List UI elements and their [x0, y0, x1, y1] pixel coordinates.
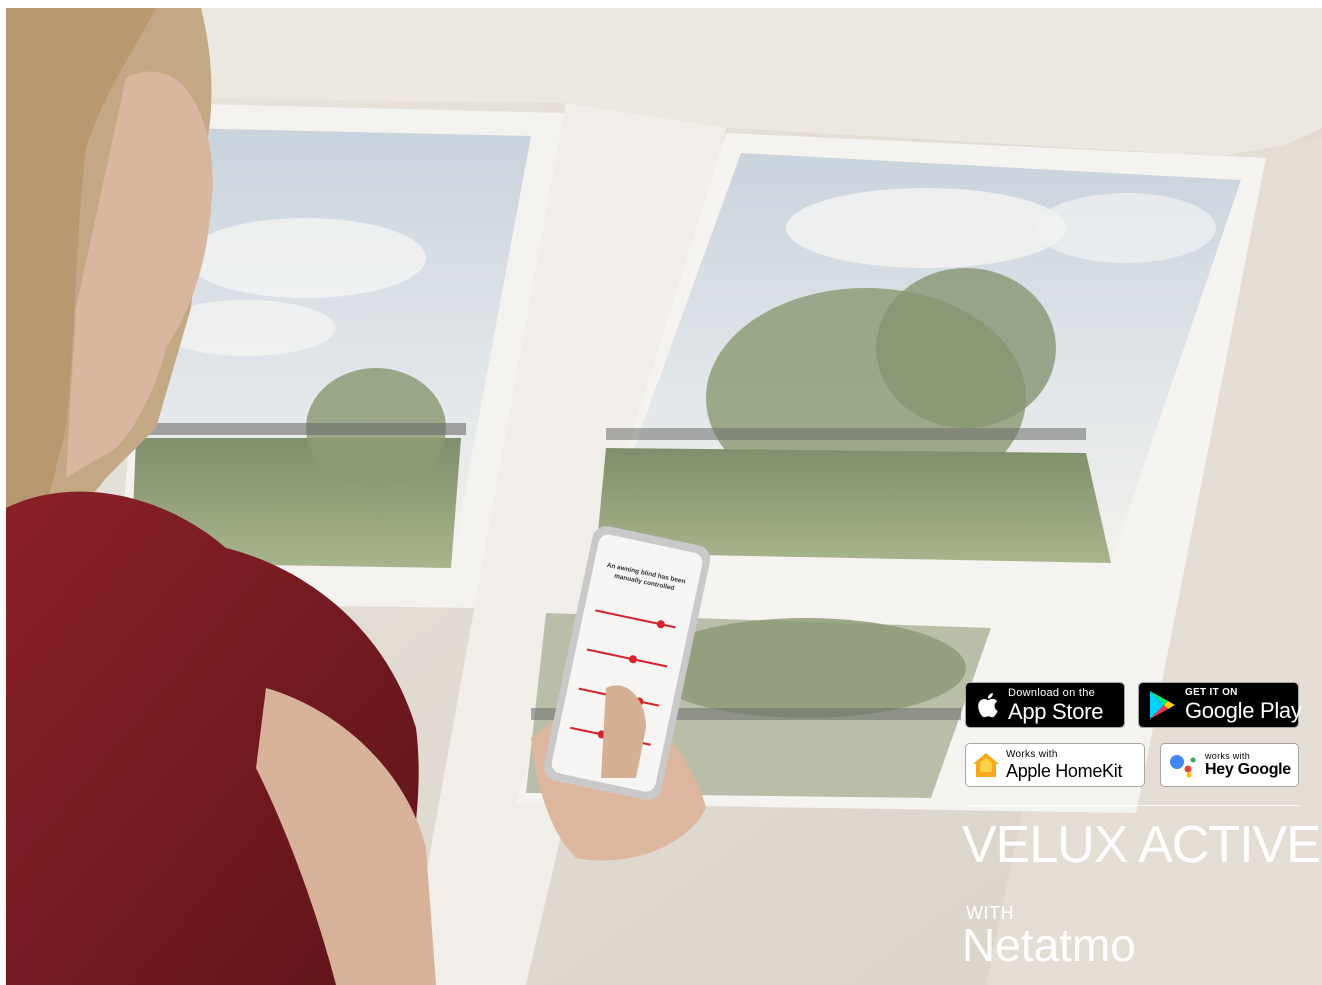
hey-google-badge[interactable]: works with Hey Google: [1160, 743, 1299, 787]
hey-google-line2: Hey Google: [1205, 761, 1291, 778]
apple-homekit-badge[interactable]: Works with Apple HomeKit: [965, 743, 1145, 787]
app-store-line2: App Store: [1008, 698, 1104, 724]
google-play-line2: Google Play: [1185, 698, 1302, 723]
google-play-badge[interactable]: GET IT ON Google Play: [1138, 682, 1302, 728]
homekit-icon: [966, 752, 1006, 778]
brand-title: VELUX ACTIVE: [962, 816, 1321, 874]
partner-logo-text: Netatmo: [962, 919, 1136, 971]
google-play-line1: GET IT ON: [1185, 687, 1238, 698]
apple-icon: [966, 691, 1008, 719]
divider: [965, 805, 1299, 806]
hey-google-line1: works with: [1205, 751, 1251, 761]
app-store-badge[interactable]: Download on the App Store: [965, 682, 1125, 728]
homekit-line2: Apple HomeKit: [1006, 761, 1123, 781]
app-store-line1: Download on the: [1008, 686, 1096, 699]
homekit-line1: Works with: [1006, 749, 1058, 760]
google-play-icon: [1139, 690, 1185, 720]
google-assistant-icon: [1161, 752, 1205, 778]
